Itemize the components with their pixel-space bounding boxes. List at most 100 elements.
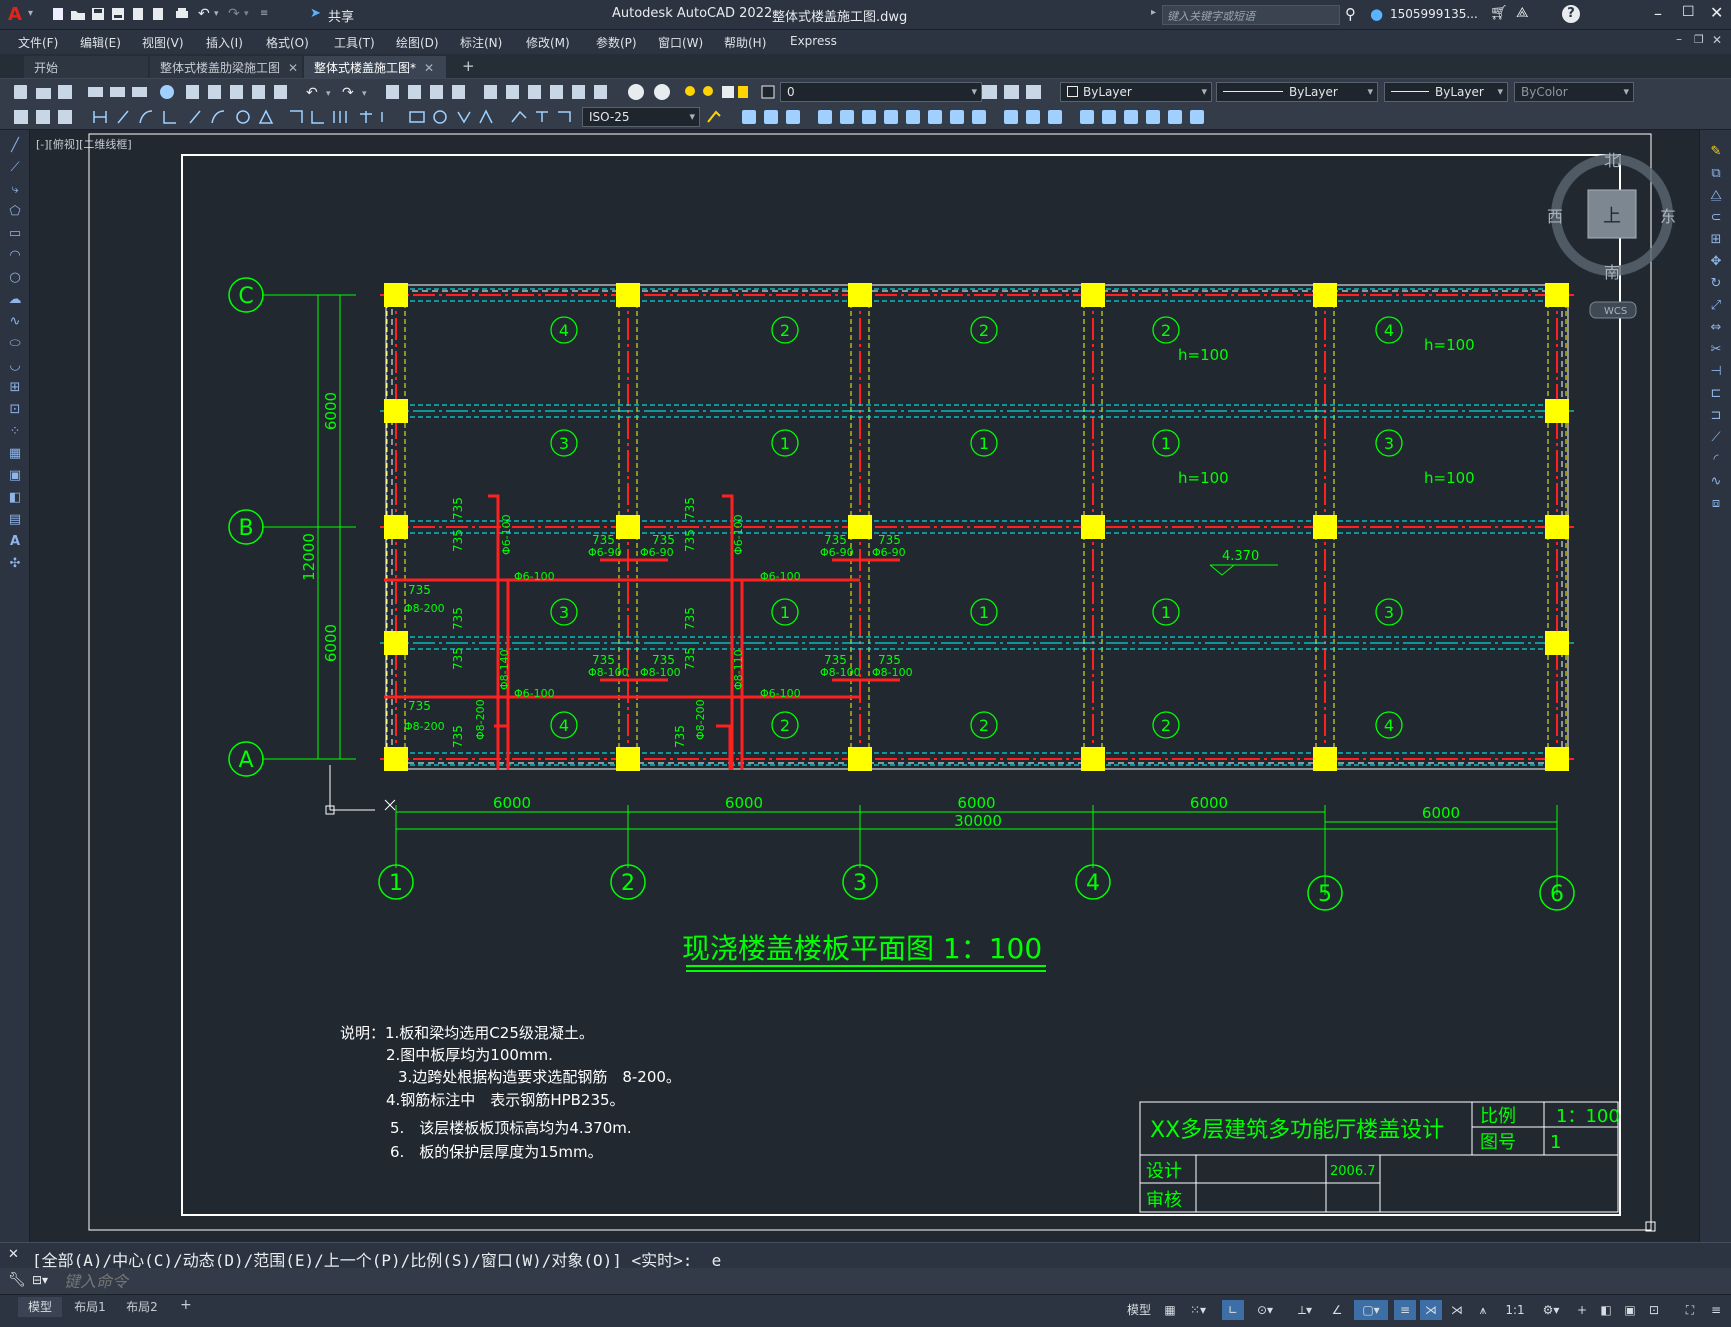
region-tool-icon[interactable]: ◧ (7, 490, 23, 506)
arc-tool-icon[interactable]: ◠ (7, 248, 23, 264)
viewcube-east[interactable]: 东 (1660, 207, 1676, 226)
cart-icon[interactable]: 🛒︎ (1490, 5, 1508, 21)
open-file-icon[interactable] (70, 6, 88, 24)
viewcube-west[interactable]: 西 (1547, 207, 1563, 226)
share-button[interactable]: 共享 (328, 6, 354, 25)
menu-edit[interactable]: 编辑(E) (80, 34, 121, 51)
move-tool-icon[interactable]: ✥ (1708, 254, 1724, 270)
lineweight-toggle-icon[interactable]: ≡ (1394, 1300, 1416, 1320)
ortho-toggle-icon[interactable]: ∟ (1222, 1300, 1244, 1320)
model-space-button[interactable]: 模型 (1122, 1300, 1156, 1320)
break-tool-icon[interactable]: ⊏ (1708, 386, 1724, 402)
insert-block-icon[interactable]: ⊞ (7, 380, 23, 396)
spline-tool-icon[interactable]: ∿ (7, 314, 23, 330)
tab-close-icon[interactable]: ✕ (288, 61, 298, 75)
command-input[interactable] (64, 1271, 1724, 1291)
menu-help[interactable]: 帮助(H) (724, 34, 766, 51)
rectangle-tool-icon[interactable]: ▭ (7, 226, 23, 242)
selection-cycling-icon[interactable]: ⋊ (1446, 1300, 1468, 1320)
snap-toggle-icon[interactable]: ⁙▾ (1184, 1300, 1212, 1320)
fillet-tool-icon[interactable]: ◜ (1708, 452, 1724, 468)
mirror-tool-icon[interactable]: ⧋ (1708, 188, 1724, 204)
minimize-icon[interactable]: – (1654, 4, 1662, 23)
customize-qat-icon[interactable]: ≡ (260, 8, 278, 26)
line-tool-icon[interactable]: ╱ (7, 138, 23, 154)
blend-tool-icon[interactable]: ∿ (1708, 474, 1724, 490)
menu-window[interactable]: 窗口(W) (658, 34, 703, 51)
close-icon[interactable]: ✕ (1710, 3, 1723, 22)
menu-view[interactable]: 视图(V) (142, 34, 184, 51)
polar-toggle-icon[interactable]: ⊙▾ (1250, 1300, 1280, 1320)
chamfer-tool-icon[interactable]: ⟋ (1708, 430, 1724, 446)
search-expand-icon[interactable]: ▸ (1151, 7, 1156, 18)
menu-file[interactable]: 文件(F) (18, 34, 58, 51)
color-dropdown[interactable]: ByLayer (1060, 82, 1212, 102)
app-menu-chevron-icon[interactable]: ▾ (28, 8, 33, 19)
make-block-icon[interactable]: ⊡ (7, 402, 23, 418)
doc-close-icon[interactable]: ✕ (1712, 33, 1722, 47)
trim-tool-icon[interactable]: ✂ (1708, 342, 1724, 358)
lineweight-dropdown[interactable]: ByLayer (1384, 82, 1508, 102)
plot-icon[interactable] (174, 6, 192, 24)
add-layout-icon[interactable]: + (180, 1297, 192, 1313)
table-tool-icon[interactable]: ▤ (7, 512, 23, 528)
search-icon[interactable]: ⚲ (1345, 5, 1356, 23)
circle-tool-icon[interactable]: ○ (7, 270, 23, 286)
doc-minimize-icon[interactable]: – (1676, 32, 1682, 46)
linetype-dropdown[interactable]: ByLayer (1216, 82, 1378, 102)
dimension-toolbar-icons[interactable] (0, 104, 1731, 130)
plotstyle-dropdown[interactable]: ByColor (1514, 82, 1634, 102)
quick-properties-icon[interactable]: ▣ (1620, 1300, 1640, 1320)
dimstyle-dropdown[interactable]: ISO-25 (582, 107, 700, 127)
erase-tool-icon[interactable]: ✎ (1708, 144, 1724, 160)
array-tool-icon[interactable]: ⊞ (1708, 232, 1724, 248)
grid-toggle-icon[interactable]: ▦ (1160, 1300, 1180, 1320)
polyline-tool-icon[interactable]: ⤷ (7, 182, 23, 198)
save-web-icon[interactable] (150, 6, 168, 24)
open-web-icon[interactable] (130, 6, 148, 24)
layer-dropdown[interactable]: 0 (780, 82, 982, 102)
stretch-tool-icon[interactable]: ⇔ (1708, 320, 1724, 336)
user-account[interactable]: 1505999135... (1390, 7, 1478, 21)
annotation-monitor-icon[interactable]: + (1572, 1300, 1592, 1320)
menu-express[interactable]: Express (790, 34, 837, 48)
transparency-toggle-icon[interactable]: ⋊ (1420, 1300, 1442, 1320)
mtext-tool-icon[interactable]: A (7, 534, 23, 550)
gradient-tool-icon[interactable]: ▣ (7, 468, 23, 484)
menu-format[interactable]: 格式(O) (266, 34, 309, 51)
recent-commands-icon[interactable]: ⊟▾ (32, 1273, 48, 1287)
viewcube-north[interactable]: 北 (1604, 151, 1620, 170)
new-file-icon[interactable] (50, 6, 68, 24)
polygon-tool-icon[interactable]: ⬠ (7, 204, 23, 220)
help-icon[interactable]: ? (1562, 5, 1580, 23)
scale-tool-icon[interactable]: ⤢ (1708, 298, 1724, 314)
graphics-performance-icon[interactable]: ⊡ (1644, 1300, 1664, 1320)
copy-tool-icon[interactable]: ⧉ (1708, 166, 1724, 182)
annotation-visibility-icon[interactable]: ⩚ (1472, 1300, 1494, 1320)
isodraft-toggle-icon[interactable]: ⟂▾ (1290, 1300, 1320, 1320)
tab-start[interactable]: 开始 (24, 56, 148, 78)
hatch-tool-icon[interactable]: ▦ (7, 446, 23, 462)
menu-dimension[interactable]: 标注(N) (460, 34, 502, 51)
tab-floor-drawing[interactable]: 整体式楼盖施工图* ✕ (304, 56, 446, 78)
tab-close-icon[interactable]: ✕ (424, 61, 434, 75)
menu-insert[interactable]: 插入(I) (206, 34, 243, 51)
revcloud-tool-icon[interactable]: ☁ (7, 292, 23, 308)
rotate-tool-icon[interactable]: ↻ (1708, 276, 1724, 292)
layout-tab-model[interactable]: 模型 (18, 1297, 62, 1317)
customize-icon[interactable]: 🔧︎ (8, 1272, 26, 1288)
annotation-scale[interactable]: 1:1 (1498, 1300, 1532, 1320)
units-icon[interactable]: ◧ (1596, 1300, 1616, 1320)
command-panel-close-icon[interactable]: ✕ (8, 1247, 19, 1262)
osnap-tracking-icon[interactable]: ∠ (1326, 1300, 1348, 1320)
menu-modify[interactable]: 修改(M) (526, 34, 570, 51)
drawing-canvas[interactable]: [-][俯视][二维线框] 42224311133111342224 Φ6-10… (30, 130, 1699, 1242)
osnap-toggle-icon[interactable]: ▢▾ (1354, 1300, 1388, 1320)
offset-tool-icon[interactable]: ⊂ (1708, 210, 1724, 226)
construction-line-icon[interactable]: ⟋ (7, 160, 23, 176)
workspace-gear-icon[interactable]: ⚙▾ (1536, 1300, 1566, 1320)
explode-tool-icon[interactable]: ⧈ (1708, 496, 1724, 512)
maximize-icon[interactable]: ☐ (1682, 4, 1695, 20)
menu-tools[interactable]: 工具(T) (334, 34, 375, 51)
menu-draw[interactable]: 绘图(D) (396, 34, 439, 51)
